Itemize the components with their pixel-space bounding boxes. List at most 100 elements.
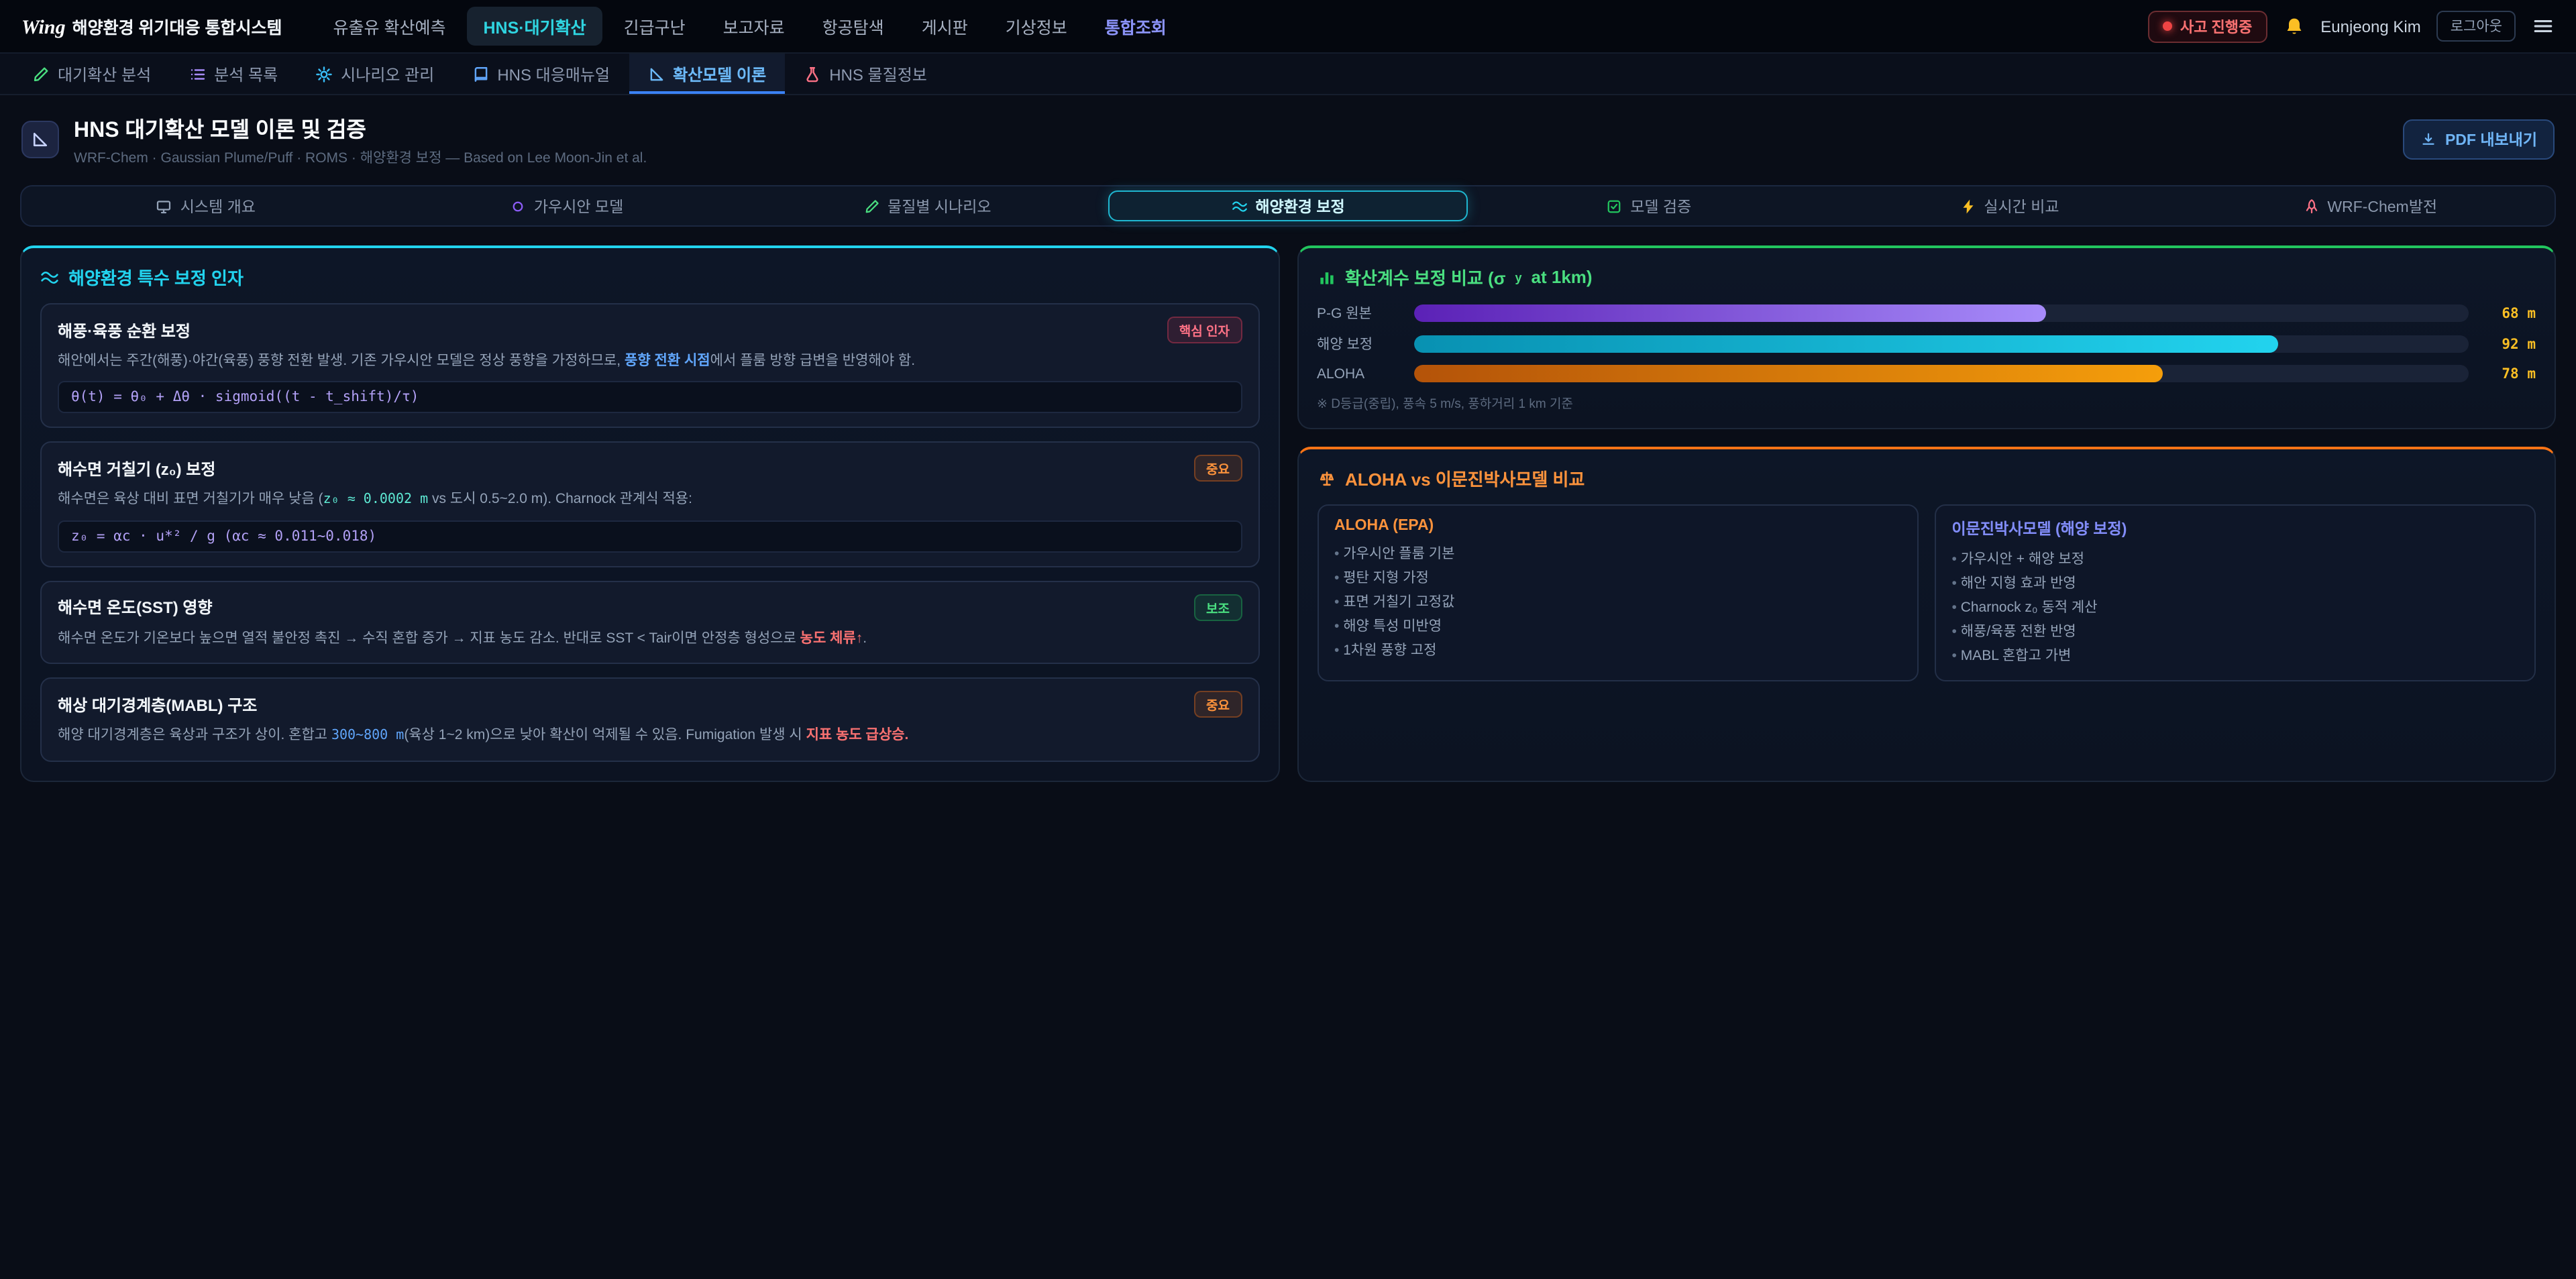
section-tab-marine-correction[interactable]: 해양환경 보정 — [1108, 190, 1468, 221]
top-navigation: Wing 해양환경 위기대응 통합시스템 유출유 확산예측 HNS·대기확산 긴… — [0, 0, 2576, 54]
tab-dispersion-analysis[interactable]: 대기확산 분석 — [13, 54, 170, 94]
section-tab-model-validation[interactable]: 모델 검증 — [1468, 190, 1829, 221]
card-body: 해양 대기경계층은 육상과 구조가 상이. 혼합고 300~800 m(육상 1… — [58, 724, 1242, 746]
download-icon — [2421, 131, 2437, 148]
compare-bullet: 가우시안 + 해양 보정 — [1952, 547, 2519, 571]
compare-box-title: 이문진박사모델 (해양 보정) — [1952, 518, 2519, 539]
bar-track — [1413, 335, 2469, 353]
menu-integrated-search[interactable]: 통합조회 — [1089, 7, 1183, 46]
page-title: HNS 대기확산 모델 이론 및 검증 — [74, 111, 647, 144]
bar-value: 92 m — [2482, 336, 2536, 352]
panel-title-text: ALOHA vs 이문진박사모델 비교 — [1345, 465, 1585, 491]
tab-scenario-management[interactable]: 시나리오 관리 — [297, 54, 453, 94]
compare-bullet-list: 가우시안 플룸 기본 평탄 지형 가정 표면 거칠기 고정값 해양 특성 미반영… — [1334, 542, 1901, 663]
app-title: 해양환경 위기대응 통합시스템 — [72, 13, 282, 38]
body-text: vs 도시 0.5~2.0 m). Charnock 관계식 적용: — [428, 492, 692, 508]
tab-diffusion-model-theory[interactable]: 확산모델 이론 — [629, 54, 785, 94]
marine-correction-panel: 해양환경 특수 보정 인자 해풍·육풍 순환 보정 핵심 인자 해안에서는 주간… — [20, 245, 1279, 781]
main-content: 해양환경 특수 보정 인자 해풍·육풍 순환 보정 핵심 인자 해안에서는 주간… — [20, 245, 2556, 781]
compare-bullet: 표면 거칠기 고정값 — [1334, 590, 1901, 614]
bell-icon — [2283, 15, 2304, 37]
compare-bullet: MABL 혼합고 가변 — [1952, 644, 2519, 668]
bar-fill — [1413, 365, 2163, 382]
menu-weather-info[interactable]: 기상정보 — [989, 7, 1083, 46]
menu-icon — [2532, 15, 2555, 38]
body-text: 해수면 온도가 기온보다 높으면 열적 불안정 촉진 → 수직 혼합 증가 → … — [58, 630, 800, 647]
bar-row-pg: P-G 원본 68 m — [1317, 303, 2536, 323]
body-text: 해수면은 육상 대비 표면 거칠기가 매우 낮음 ( — [58, 492, 323, 508]
menu-hns-atmospheric[interactable]: HNS·대기확산 — [467, 7, 602, 46]
status-dot-icon — [2163, 21, 2172, 31]
check-square-icon — [1606, 198, 1622, 214]
logout-button[interactable]: 로그아웃 — [2437, 11, 2516, 42]
chart-footnote: ※ D등급(중립), 풍속 5 m/s, 풍하거리 1 km 기준 — [1317, 393, 2536, 412]
compare-bullet: 평탄 지형 가정 — [1334, 566, 1901, 590]
section-tab-gaussian-model[interactable]: 가우시안 모델 — [386, 190, 747, 221]
app-window: Wing 해양환경 위기대응 통합시스템 유출유 확산예측 HNS·대기확산 긴… — [0, 0, 2576, 1279]
tab-hns-substance-info[interactable]: HNS 물질정보 — [785, 54, 946, 94]
compare-box-title: ALOHA (EPA) — [1334, 518, 1901, 534]
pdf-export-button[interactable]: PDF 내보내기 — [2404, 119, 2555, 160]
app-logo[interactable]: Wing 해양환경 위기대응 통합시스템 — [21, 13, 282, 40]
correction-card-sst: 해수면 온도(SST) 영향 보조 해수면 온도가 기온보다 높으면 열적 불안… — [40, 581, 1259, 665]
leemoonjin-model-box: 이문진박사모델 (해양 보정) 가우시안 + 해양 보정 해안 지형 효과 반영… — [1935, 504, 2536, 681]
card-body: 해수면 온도가 기온보다 높으면 열적 불안정 촉진 → 수직 혼합 증가 → … — [58, 628, 1242, 650]
tab-label: 분석 목록 — [214, 62, 278, 85]
section-tab-realtime-comparison[interactable]: 실시간 비교 — [1829, 190, 2190, 221]
compare-bullet: 가우시안 플룸 기본 — [1334, 542, 1901, 566]
body-text: 해안에서는 주간(해풍)·야간(육풍) 풍향 전환 발생. 기존 가우시안 모델… — [58, 353, 625, 369]
body-text: 해양 대기경계층은 육상과 구조가 상이. 혼합고 — [58, 727, 331, 743]
pencil-icon — [32, 65, 50, 82]
formula: z₀ = αc · u*² / g (αc ≈ 0.011~0.018) — [58, 520, 1242, 553]
compare-bullet: Charnock z₀ 동적 계산 — [1952, 596, 2519, 620]
section-tab-substance-scenarios[interactable]: 물질별 시나리오 — [747, 190, 1108, 221]
section-tab-label: 해양환경 보정 — [1255, 195, 1344, 217]
body-highlight: z₀ ≈ 0.0002 m — [323, 493, 429, 508]
bar-value: 68 m — [2482, 305, 2536, 321]
body-highlight: 300~800 m — [331, 728, 404, 743]
page-subtitle: WRF-Chem · Gaussian Plume/Puff · ROMS · … — [74, 148, 647, 168]
section-tab-label: 시스템 개요 — [180, 195, 256, 217]
section-tab-system-overview[interactable]: 시스템 개요 — [25, 190, 386, 221]
hamburger-menu-button[interactable] — [2532, 15, 2555, 38]
menu-board[interactable]: 게시판 — [906, 7, 984, 46]
card-title: 해풍·육풍 순환 보정 — [58, 319, 191, 341]
section-tabs: 시스템 개요 가우시안 모델 물질별 시나리오 해양환경 보정 모델 검증 실시… — [20, 185, 2556, 227]
tab-label: 대기확산 분석 — [58, 62, 151, 85]
triangle-ruler-icon — [31, 130, 50, 149]
panel-title: 해양환경 특수 보정 인자 — [40, 264, 1259, 290]
panel-title: ALOHA vs 이문진박사모델 비교 — [1317, 465, 2536, 491]
user-name: Eunjeong Kim — [2320, 17, 2420, 36]
bar-fill — [1413, 304, 2047, 322]
section-tab-wrf-chem[interactable]: WRF-Chem발전 — [2190, 190, 2551, 221]
flask-icon — [804, 65, 821, 82]
topnav-right-cluster: 사고 진행중 Eunjeong Kim 로그아웃 — [2148, 10, 2555, 42]
menu-reports[interactable]: 보고자료 — [707, 7, 801, 46]
importance-badge: 핵심 인자 — [1167, 317, 1242, 343]
bar-row-aloha: ALOHA 78 m — [1317, 365, 2536, 382]
page-header: HNS 대기확산 모델 이론 및 검증 WRF-Chem · Gaussian … — [0, 95, 2576, 181]
model-comparison-panel: ALOHA vs 이문진박사모델 비교 ALOHA (EPA) 가우시안 플룸 … — [1297, 447, 2556, 781]
correction-card-roughness: 해수면 거칠기 (z₀) 보정 중요 해수면은 육상 대비 표면 거칠기가 매우… — [40, 442, 1259, 567]
correction-card-mabl: 해상 대기경계층(MABL) 구조 중요 해양 대기경계층은 육상과 구조가 상… — [40, 677, 1259, 761]
notifications-button[interactable] — [2283, 15, 2304, 37]
bar-fill — [1413, 335, 2279, 353]
list-icon — [189, 65, 206, 82]
incident-status-badge[interactable]: 사고 진행중 — [2148, 10, 2267, 42]
card-body: 해수면은 육상 대비 표면 거칠기가 매우 낮음 (z₀ ≈ 0.0002 m … — [58, 489, 1242, 511]
incident-status-label: 사고 진행중 — [2180, 15, 2252, 37]
scales-icon — [1317, 469, 1336, 488]
menu-oil-spill-prediction[interactable]: 유출유 확산예측 — [317, 7, 462, 46]
tab-analysis-list[interactable]: 분석 목록 — [170, 54, 297, 94]
panel-title-text: 확산계수 보정 비교 (σ — [1345, 264, 1506, 290]
tab-hns-manual[interactable]: HNS 대응매뉴얼 — [453, 54, 629, 94]
tab-label: HNS 대응매뉴얼 — [497, 62, 610, 85]
body-highlight: 농도 체류↑ — [800, 630, 863, 647]
tab-label: 시나리오 관리 — [341, 62, 434, 85]
pencil-icon — [863, 198, 879, 214]
menu-emergency-rescue[interactable]: 긴급구난 — [608, 7, 702, 46]
book-icon — [472, 65, 489, 82]
tab-label: 확산모델 이론 — [673, 62, 766, 85]
bar-row-marine: 해양 보정 92 m — [1317, 334, 2536, 354]
menu-aerial-search[interactable]: 항공탐색 — [806, 7, 900, 46]
